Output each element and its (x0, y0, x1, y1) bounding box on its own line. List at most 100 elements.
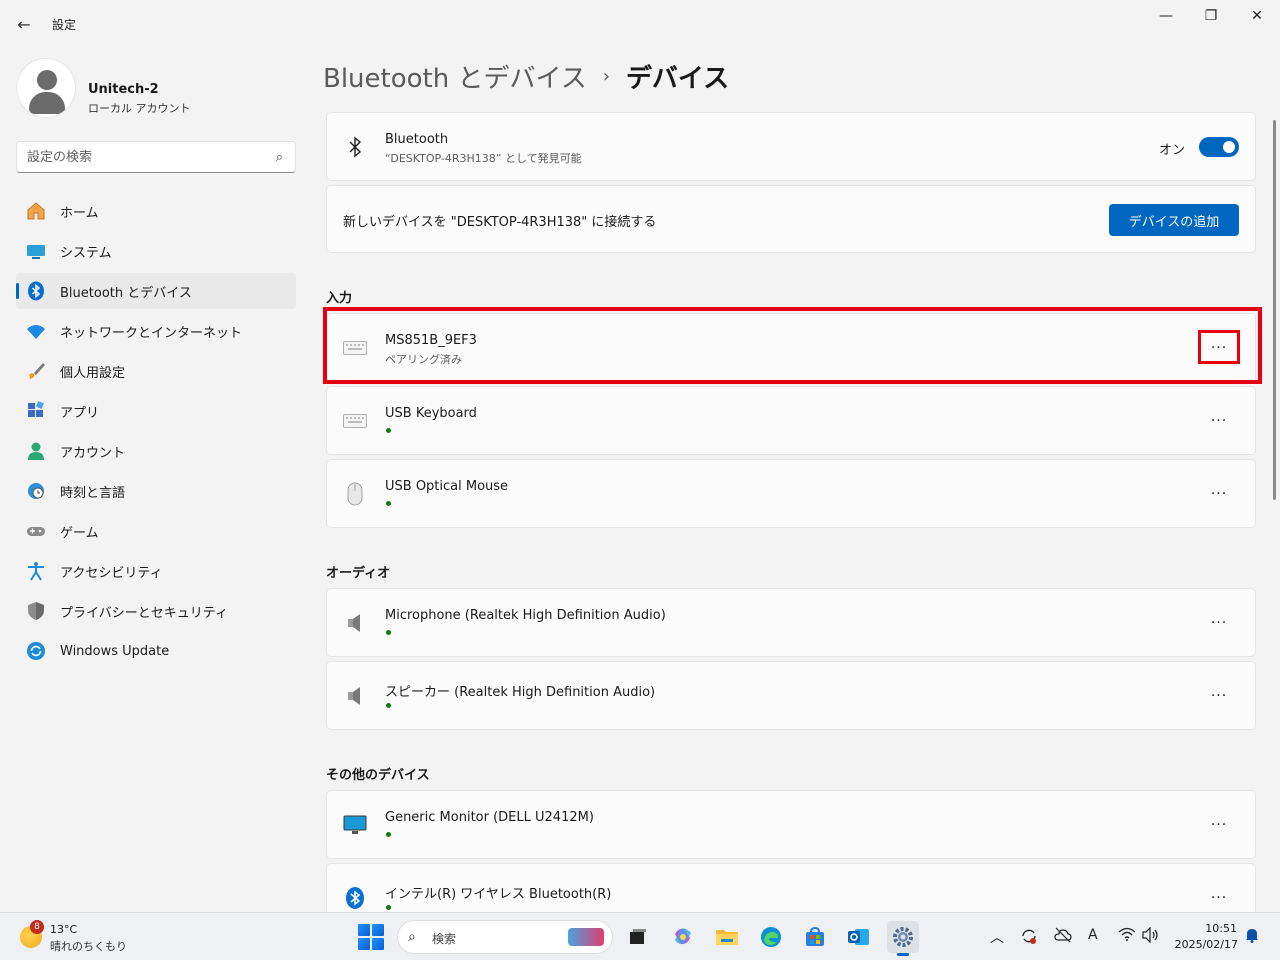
show-hidden-icons-chevron-icon[interactable]: ︿ (990, 927, 1004, 947)
sidebar-item-label: 個人用設定 (60, 365, 126, 381)
device-row[interactable]: USB Optical Mouse ··· (326, 459, 1256, 528)
outlook-button[interactable] (843, 921, 875, 953)
taskbar: 8 13°C 晴れのちくもり ⌕ 検索 ︿ A 10:51 2025/02/17 (0, 912, 1280, 960)
device-row[interactable]: MS851B_9EF3 ペアリング済み ··· (326, 313, 1256, 382)
edge-button[interactable] (755, 921, 787, 953)
taskbar-search[interactable]: ⌕ 検索 (397, 920, 613, 954)
home-icon (25, 200, 47, 222)
device-row[interactable]: USB Keyboard ··· (326, 386, 1256, 455)
more-options-button[interactable]: ··· (1199, 809, 1239, 841)
sidebar-item-apps[interactable]: アプリ (16, 393, 296, 429)
weather-temperature: 13°C (50, 923, 78, 936)
clock-date[interactable]: 2025/02/17 (1172, 938, 1238, 951)
keyboard-icon (343, 409, 367, 433)
sidebar-item-privacy[interactable]: プライバシーとセキュリティ (16, 593, 296, 629)
volume-icon[interactable] (1142, 926, 1160, 947)
avatar (16, 58, 76, 118)
sidebar-item-accounts[interactable]: アカウント (16, 433, 296, 469)
speaker-icon (343, 611, 367, 635)
breadcrumb: Bluetooth とデバイス › デバイス (323, 58, 729, 94)
device-row[interactable]: スピーカー (Realtek High Definition Audio) ··… (326, 661, 1256, 730)
copilot-button[interactable] (667, 921, 699, 953)
scrollbar[interactable] (1273, 120, 1276, 500)
sidebar-item-gaming[interactable]: ゲーム (16, 513, 296, 549)
store-button[interactable] (799, 921, 831, 953)
close-icon: ✕ (1251, 8, 1263, 24)
search-icon: ⌕ (275, 150, 283, 165)
toggle-state-label: オン (1158, 143, 1185, 158)
start-button[interactable] (358, 924, 384, 950)
add-device-card: 新しいデバイスを "DESKTOP-4R3H138" に接続する デバイスの追加 (326, 185, 1256, 253)
sidebar-item-accessibility[interactable]: アクセシビリティ (16, 553, 296, 589)
apps-icon (25, 400, 47, 422)
settings-search[interactable]: ⌕ (16, 141, 296, 173)
user-profile[interactable]: Unitech-2 ローカル アカウント (16, 58, 296, 118)
sidebar-item-label: ホーム (60, 205, 99, 221)
section-label-other-devices: その他のデバイス (326, 768, 430, 783)
search-input[interactable] (27, 148, 267, 166)
gamepad-icon (25, 520, 47, 542)
weather-description: 晴れのちくもり (50, 940, 127, 953)
add-device-button[interactable]: デバイスの追加 (1109, 204, 1239, 236)
more-options-button[interactable]: ··· (1199, 405, 1239, 437)
keyboard-icon (343, 336, 367, 360)
bluetooth-discoverable-text: “DESKTOP-4R3H138” として発見可能 (385, 152, 582, 165)
clock-time[interactable]: 10:51 (1195, 922, 1237, 935)
more-options-button[interactable]: ··· (1199, 478, 1239, 510)
more-options-button[interactable]: ··· (1199, 332, 1239, 364)
sidebar-item-network[interactable]: ネットワークとインターネット (16, 313, 296, 349)
sidebar: Unitech-2 ローカル アカウント ⌕ ホーム システム Bluetoot… (0, 48, 310, 910)
account-icon (25, 440, 47, 462)
brush-icon (25, 360, 47, 382)
notification-bell-icon[interactable] (1245, 927, 1259, 947)
device-name: USB Keyboard (385, 406, 477, 421)
app-title: 設定 (52, 18, 77, 32)
accessibility-icon (25, 560, 47, 582)
device-row[interactable]: Generic Monitor (DELL U2412M) ··· (326, 790, 1256, 859)
bluetooth-icon (343, 135, 367, 159)
title-bar: ← 設定 — ❐ ✕ (0, 0, 1280, 48)
sidebar-item-label: ネットワークとインターネット (60, 325, 243, 341)
sidebar-item-home[interactable]: ホーム (16, 193, 296, 229)
sidebar-item-label: Windows Update (60, 643, 170, 659)
device-name: スピーカー (Realtek High Definition Audio) (385, 685, 656, 700)
task-view-button[interactable] (622, 921, 654, 953)
store-icon (806, 926, 824, 946)
clock-globe-icon (25, 480, 47, 502)
chevron-right-icon: › (602, 65, 610, 87)
sidebar-item-label: ゲーム (60, 525, 99, 541)
file-explorer-button[interactable] (711, 921, 743, 953)
sidebar-item-bluetooth-devices[interactable]: Bluetooth とデバイス (16, 273, 296, 309)
sync-icon[interactable] (1020, 927, 1038, 949)
settings-app-button[interactable] (887, 921, 919, 956)
breadcrumb-parent[interactable]: Bluetooth とデバイス (323, 58, 587, 95)
device-row[interactable]: Microphone (Realtek High Definition Audi… (326, 588, 1256, 657)
restore-button[interactable]: ❐ (1188, 0, 1234, 32)
add-device-text: 新しいデバイスを "DESKTOP-4R3H138" に接続する (343, 215, 657, 230)
more-options-button[interactable]: ··· (1199, 680, 1239, 712)
wifi-icon[interactable] (1118, 927, 1136, 945)
bluetooth-toggle[interactable] (1199, 137, 1239, 157)
minimize-button[interactable]: — (1143, 0, 1189, 32)
shield-icon (25, 600, 47, 622)
cloud-offline-icon[interactable] (1054, 927, 1072, 947)
windows-logo-icon (358, 924, 370, 936)
ime-mode-indicator[interactable]: A (1088, 927, 1098, 943)
close-button[interactable]: ✕ (1234, 0, 1280, 32)
more-options-button[interactable]: ··· (1199, 882, 1239, 914)
notification-badge: 8 (30, 920, 44, 934)
sidebar-item-time-language[interactable]: 時刻と言語 (16, 473, 296, 509)
back-button[interactable]: ← (12, 12, 36, 36)
more-options-button[interactable]: ··· (1199, 607, 1239, 639)
sidebar-item-system[interactable]: システム (16, 233, 296, 269)
weather-widget[interactable]: 8 13°C 晴れのちくもり (18, 920, 138, 954)
device-name: Generic Monitor (DELL U2412M) (385, 810, 594, 825)
restore-icon: ❐ (1204, 8, 1218, 24)
sidebar-item-personalization[interactable]: 個人用設定 (16, 353, 296, 389)
sidebar-item-windows-update[interactable]: Windows Update (16, 633, 296, 669)
system-icon (25, 240, 47, 262)
sidebar-item-label: アクセシビリティ (60, 565, 163, 581)
device-status: ペアリング済み (385, 353, 462, 366)
connected-status-dot (386, 905, 391, 910)
profile-account-type: ローカル アカウント (88, 102, 191, 115)
